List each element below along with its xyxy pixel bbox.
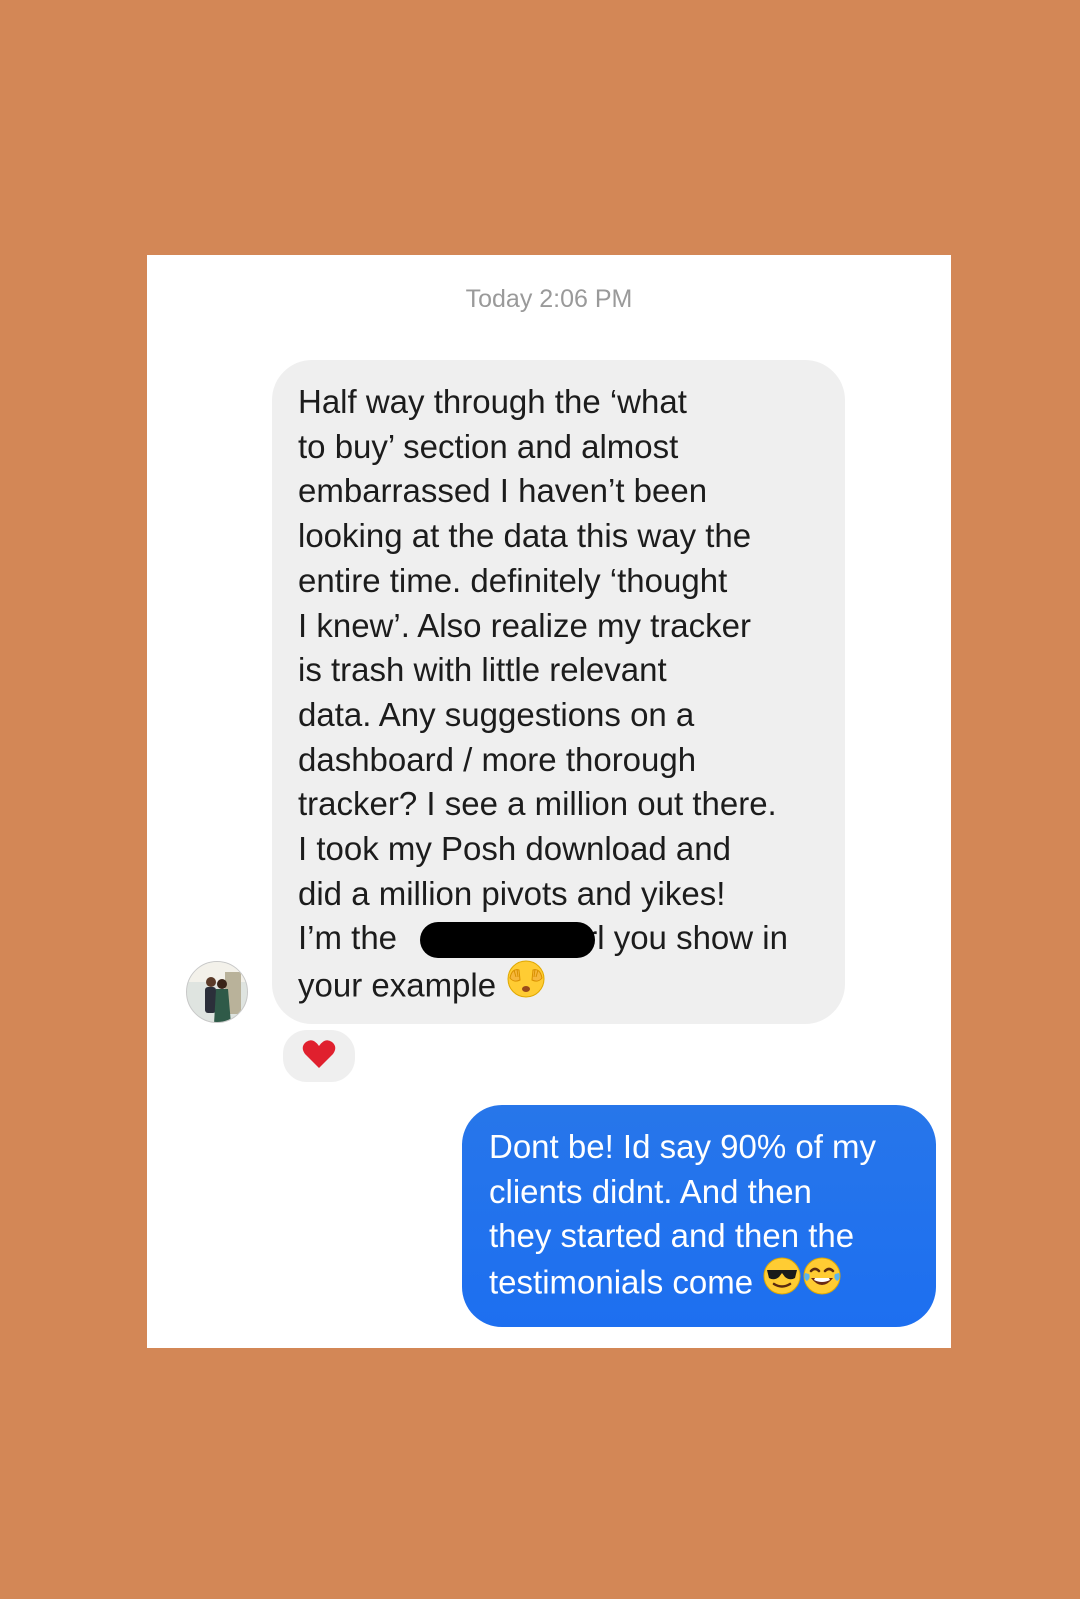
message-line: data. Any suggestions on a	[298, 695, 695, 733]
heart-icon	[302, 1039, 336, 1074]
message-line: they started and then the	[489, 1217, 855, 1255]
message-line: looking at the data this way the	[298, 517, 752, 555]
reaction-badge[interactable]	[281, 1028, 357, 1084]
message-line-last: testimonials come	[489, 1256, 916, 1311]
message-text-after-redaction: rl you show in	[586, 919, 788, 957]
see-no-evil-smiley-icon	[505, 958, 547, 1012]
message-text: your example	[298, 966, 506, 1004]
message-timestamp: Today 2:06 PM	[465, 285, 633, 313]
message-line: clients didnt. And then	[489, 1172, 812, 1210]
message-text-before-redaction: I’m the	[298, 919, 407, 957]
message-text: testimonials come	[489, 1263, 763, 1301]
message-line: dashboard / more thorough	[298, 740, 697, 778]
chat-screenshot-card: Today 2:06 PM Half way through the ‘what…	[147, 255, 951, 1348]
message-line: I knew’. Also realize my tracker	[298, 606, 751, 644]
message-line: is trash with little relevant	[298, 651, 667, 689]
sunglasses-face-icon	[762, 1256, 802, 1308]
message-line-redacted: I’m the rl you show in	[298, 916, 821, 961]
message-line-last: your example	[298, 958, 821, 1015]
message-line: embarrassed I haven’t been	[298, 472, 708, 510]
message-line: to buy’ section and almost	[298, 427, 679, 465]
message-line: Dont be! Id say 90% of my	[489, 1128, 877, 1165]
outgoing-message-bubble[interactable]: Dont be! Id say 90% of my clients didnt.…	[462, 1105, 936, 1327]
message-line: Half way through the ‘what	[298, 383, 687, 420]
contact-avatar[interactable]	[186, 961, 248, 1023]
message-line: tracker? I see a million out there.	[298, 785, 777, 823]
message-line: did a million pivots and yikes!	[298, 874, 726, 912]
tears-of-joy-face-icon	[802, 1256, 842, 1308]
redaction-mark	[420, 922, 595, 959]
incoming-message-bubble[interactable]: Half way through the ‘what to buy’ secti…	[272, 360, 845, 1024]
message-line: I took my Posh download and	[298, 830, 731, 868]
message-line: entire time. definitely ‘thought	[298, 561, 728, 599]
